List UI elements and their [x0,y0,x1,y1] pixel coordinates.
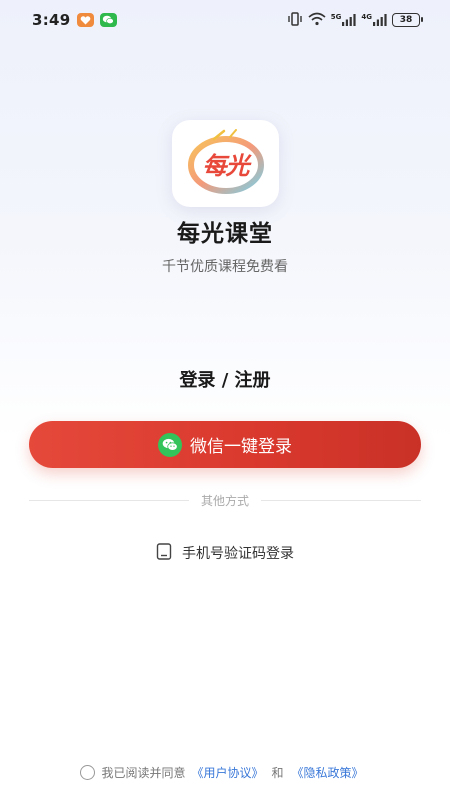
phone-login-button[interactable]: 手机号验证码登录 [0,542,450,564]
wechat-login-label: 微信一键登录 [190,437,292,457]
battery-icon: 38 [392,13,423,27]
network-4g-label: 4G [361,13,372,21]
divider-line-right [261,499,422,501]
privacy-policy-link[interactable]: 《隐私政策》 [292,764,364,781]
phone-icon [156,542,172,564]
login-title: 登录 / 注册 [179,370,271,391]
app-logo: 每光 [172,120,279,207]
phone-login-label: 手机号验证码登录 [182,546,294,562]
status-time: 3:49 [32,11,71,29]
status-bar: 3:49 5G 4G 38 [0,0,450,40]
app-name: 每光课堂 [177,221,273,247]
other-methods-divider: 其他方式 [29,492,422,508]
status-left: 3:49 [32,11,117,29]
user-agreement-link[interactable]: 《用户协议》 [191,764,263,781]
wifi-icon [308,11,326,30]
other-methods-label: 其他方式 [201,493,250,508]
divider-line-left [29,499,189,501]
agreement-prefix: 我已阅读并同意 [101,765,186,780]
agreement-row: 我已阅读并同意 《用户协议》 和 《隐私政策》 [0,762,450,782]
app-slogan: 千节优质课程免费看 [162,259,288,275]
agreement-checkbox[interactable] [80,764,96,780]
wechat-notification-icon [99,13,117,27]
signal-4g-icon: 4G [361,14,387,26]
network-5g-label: 5G [330,13,342,21]
status-right: 5G 4G 38 [287,11,423,30]
wechat-icon [158,432,182,457]
app-notification-icon [76,13,94,27]
vibrate-icon [287,11,303,30]
agreement-and: 和 [271,765,284,780]
app-logo-text: 每光 [202,152,250,180]
signal-5g-icon: 5G [331,14,357,26]
wechat-login-button[interactable]: 微信一键登录 [29,421,421,468]
